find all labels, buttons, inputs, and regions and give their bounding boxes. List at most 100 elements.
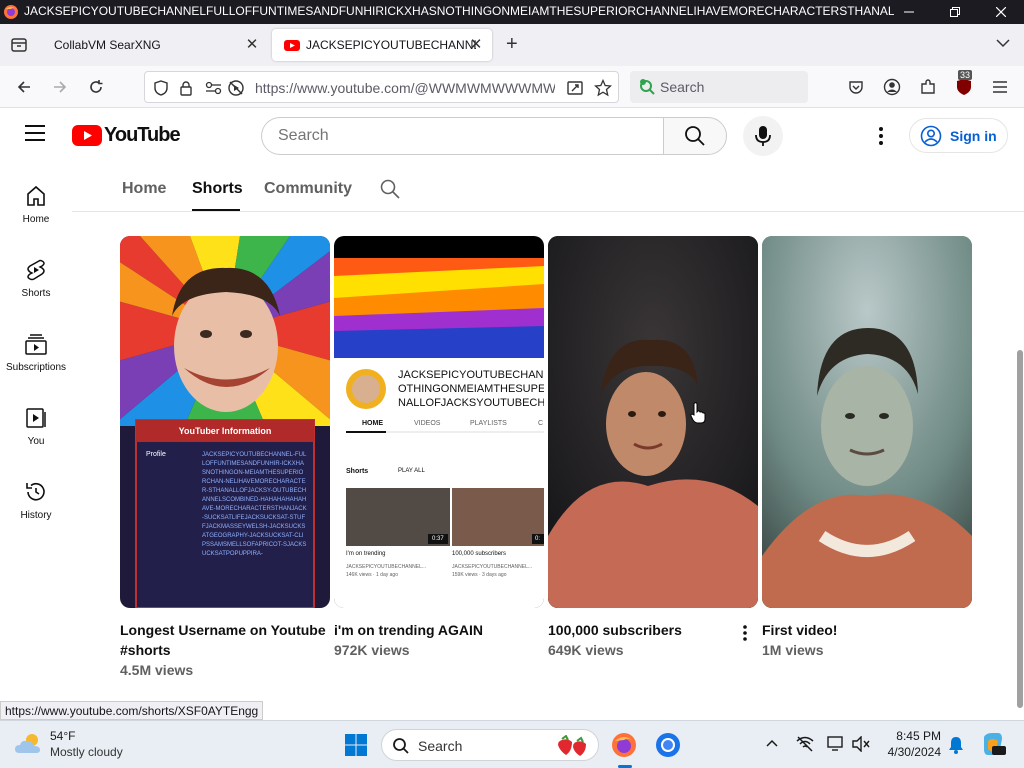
strawberry-icon xyxy=(556,735,590,757)
thumbnail-tab: VIDEOS xyxy=(414,420,441,427)
thumbnail-item-channel: JACKSEPICYOUTUBECHANNEL... xyxy=(452,564,533,570)
short-thumbnail-4[interactable] xyxy=(762,236,972,608)
sidebar-item-you[interactable]: You xyxy=(0,398,72,468)
youtube-search-button[interactable] xyxy=(663,117,727,155)
you-icon xyxy=(26,408,46,428)
voice-search-button[interactable] xyxy=(743,116,783,156)
short-more-actions-icon[interactable] xyxy=(742,624,748,642)
tracking-protection-shield-icon[interactable] xyxy=(153,80,169,96)
url-text[interactable]: https://www.youtube.com/@WWMWMWWWMWWWMWM xyxy=(255,80,555,96)
youtube-search-input[interactable] xyxy=(262,118,622,154)
bookmark-star-icon[interactable] xyxy=(594,79,612,97)
permissions-icon[interactable] xyxy=(205,80,223,96)
lock-icon[interactable] xyxy=(179,80,193,96)
extensions-icon[interactable] xyxy=(916,75,940,99)
app-menu-icon[interactable] xyxy=(988,75,1012,99)
taskbar-search-box[interactable]: Search xyxy=(381,729,599,761)
windows-logo-icon xyxy=(345,734,367,756)
short-thumbnail-3[interactable] xyxy=(548,236,758,608)
address-bar[interactable]: https://www.youtube.com/@WWMWMWWWMWWWMWM xyxy=(144,71,619,103)
short-info-3: 100,000 subscribers 649K views xyxy=(548,620,758,660)
tab-shorts[interactable]: Shorts xyxy=(192,180,243,198)
reload-button[interactable] xyxy=(84,75,108,99)
back-button[interactable] xyxy=(12,75,36,99)
thumbnail-item-title: 100,000 subscribers xyxy=(452,551,507,557)
close-window-button[interactable] xyxy=(978,0,1024,24)
thumbnail-tab: PLAYLISTS xyxy=(470,420,507,427)
sidebar-item-history[interactable]: History xyxy=(0,472,72,542)
short-info-1: Longest Username on Youtube #shorts 4.5M… xyxy=(120,620,330,680)
sidebar-item-subscriptions[interactable]: Subscriptions xyxy=(0,324,72,394)
browser-search-bar[interactable]: Search xyxy=(630,71,808,103)
list-all-tabs-icon[interactable] xyxy=(996,38,1012,54)
tab-jacksepic-channel[interactable]: JACKSEPICYOUTUBECHANNEL ✕ xyxy=(272,29,492,61)
tab-collabvm-searxng[interactable]: CollabVM SearXNG ✕ xyxy=(42,29,268,61)
close-tab-icon[interactable]: ✕ xyxy=(468,37,484,53)
start-button[interactable] xyxy=(340,729,372,761)
firefox-view-icon[interactable] xyxy=(10,36,30,56)
youtube-logo-text: YouTube xyxy=(104,124,181,146)
thumbnail-tab: HOME xyxy=(362,420,383,427)
browser-search-placeholder: Search xyxy=(660,79,705,95)
display-icon[interactable] xyxy=(827,736,845,752)
guide-menu-icon[interactable] xyxy=(24,124,46,142)
weather-temp: 54°F xyxy=(50,729,76,743)
show-hidden-icons-chevron-icon[interactable] xyxy=(766,739,778,747)
sidebar-item-shorts[interactable]: Shorts xyxy=(0,250,72,320)
sign-in-button[interactable]: Sign in xyxy=(909,118,1008,153)
short-title[interactable]: i'm on trending AGAIN xyxy=(334,620,544,640)
search-engine-icon[interactable] xyxy=(638,78,656,96)
tab-home[interactable]: Home xyxy=(122,180,166,198)
tab-strip: CollabVM SearXNG ✕ JACKSEPICYOUTUBECHANN… xyxy=(0,24,1024,66)
thumbnail-tab: C xyxy=(538,420,544,427)
copilot-icon[interactable] xyxy=(980,731,1006,757)
taskbar-search-placeholder: Search xyxy=(418,738,463,754)
tab-label: JACKSEPICYOUTUBECHANNEL xyxy=(306,38,476,52)
ublock-origin-icon[interactable]: 33 xyxy=(952,70,976,99)
close-tab-icon[interactable]: ✕ xyxy=(244,37,260,53)
extension-badge: 33 xyxy=(958,70,973,80)
link-status-bar: https://www.youtube.com/shorts/XSF0AYTEn… xyxy=(0,701,264,720)
short-thumbnail-image-3 xyxy=(548,236,758,608)
microphone-icon xyxy=(755,126,771,146)
weather-widget[interactable] xyxy=(14,731,44,757)
window-title: JACKSEPICYOUTUBECHANNELFULLOFFUNTIMESAND… xyxy=(24,4,894,18)
short-views: 1M views xyxy=(762,642,824,658)
pocket-icon[interactable] xyxy=(844,75,868,99)
sidebar-item-label: Home xyxy=(22,214,50,225)
sidebar-item-home[interactable]: Home xyxy=(0,176,72,246)
restore-button[interactable] xyxy=(932,0,978,24)
forward-button[interactable] xyxy=(48,75,72,99)
channel-search-icon[interactable] xyxy=(380,179,400,199)
short-title[interactable]: 100,000 subscribers xyxy=(548,620,758,640)
short-title[interactable]: First video! xyxy=(762,620,972,640)
history-icon xyxy=(26,482,45,501)
clock-date[interactable]: 4/30/2024 xyxy=(880,745,941,759)
reader-view-icon[interactable] xyxy=(566,79,584,97)
autoplay-blocked-icon[interactable] xyxy=(227,79,245,97)
hand-cursor-icon xyxy=(690,402,706,424)
thumbnail-shorts-label: Shorts xyxy=(346,468,369,475)
taskbar-chrome-button[interactable] xyxy=(652,729,684,761)
search-icon xyxy=(685,126,705,146)
account-icon[interactable] xyxy=(880,75,904,99)
thumbnail-item-channel: JACKSEPICYOUTUBECHANNEL... xyxy=(346,564,427,570)
youtube-search-box[interactable] xyxy=(261,117,664,155)
settings-more-icon[interactable] xyxy=(878,126,884,146)
windows-taskbar: 54°F Mostly cloudy Search 8:45 PM 4/30/2… xyxy=(0,720,1024,768)
tab-community[interactable]: Community xyxy=(264,180,352,198)
volume-muted-icon[interactable] xyxy=(852,736,870,752)
notification-bell-icon[interactable] xyxy=(948,736,964,754)
short-thumbnail-1[interactable]: YouTuber Information Profile JACKSEPICYO… xyxy=(120,236,330,608)
clock-time[interactable]: 8:45 PM xyxy=(885,729,941,743)
network-icon[interactable] xyxy=(796,736,814,752)
page-scrollbar-thumb[interactable] xyxy=(1017,350,1023,708)
short-thumbnail-2[interactable]: JACKSEPICYOUTUBECHANN OTHINGONMEIAMTHESU… xyxy=(334,236,544,608)
short-thumbnail-image-4 xyxy=(762,236,972,608)
minimize-button[interactable] xyxy=(886,0,932,24)
shorts-icon xyxy=(27,259,45,281)
short-title[interactable]: Longest Username on Youtube #shorts xyxy=(120,620,330,660)
youtube-logo[interactable]: YouTube xyxy=(72,124,181,147)
new-tab-button[interactable]: + xyxy=(506,34,526,54)
taskbar-firefox-button[interactable] xyxy=(608,729,640,761)
